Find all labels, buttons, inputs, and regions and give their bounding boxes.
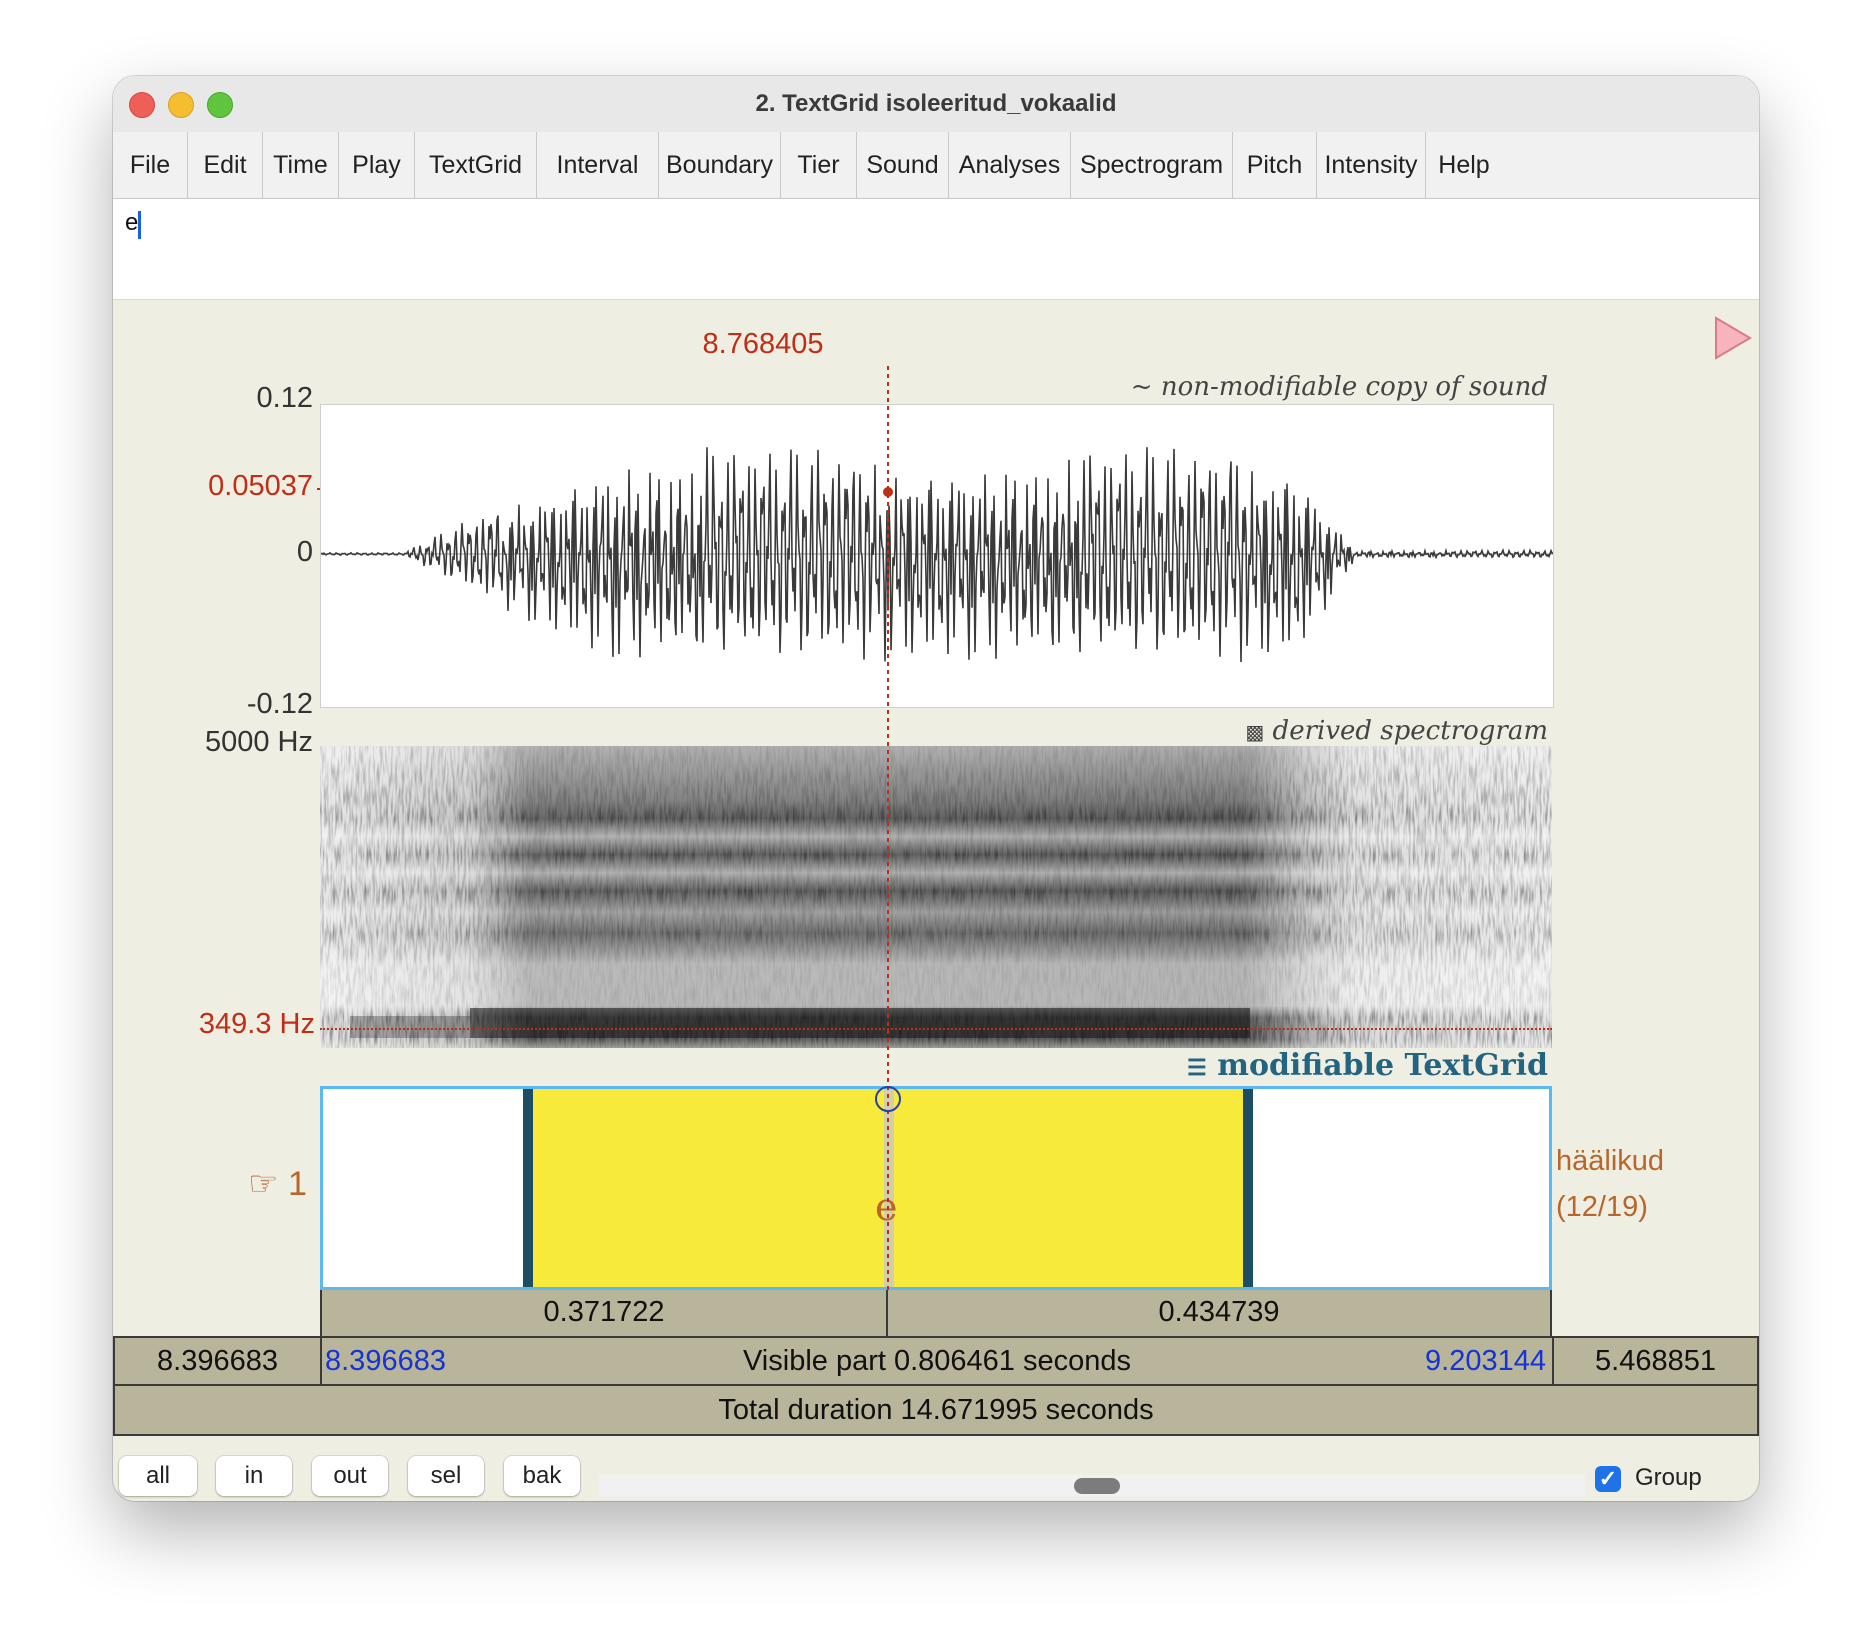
zoom-out-button[interactable]: out	[312, 1456, 388, 1496]
scrollbar-thumb[interactable]	[1074, 1478, 1120, 1494]
cursor-point-dot	[883, 487, 893, 497]
visible-end-time: 9.203144	[1425, 1345, 1546, 1377]
window-start-bar[interactable]: 8.396683	[113, 1336, 322, 1386]
boundary-insert-circle-icon	[875, 1086, 901, 1112]
zoom-back-button[interactable]: bak	[504, 1456, 580, 1496]
cursor-overlay	[875, 366, 901, 1291]
total-duration-bar[interactable]: Total duration 14.671995 seconds	[113, 1384, 1759, 1436]
duration-right[interactable]: 0.434739	[886, 1290, 1552, 1338]
group-label: Group	[1635, 1464, 1702, 1491]
zoom-in-button[interactable]: in	[216, 1456, 292, 1496]
visible-part-label: Visible part 0.806461 seconds	[742, 1345, 1132, 1377]
zoom-sel-button[interactable]: sel	[408, 1456, 484, 1496]
remaining-time-bar[interactable]: 5.468851	[1552, 1336, 1759, 1386]
textgrid-editor-window: 2. TextGrid isoleeritud_vokaalid File Ed…	[113, 76, 1759, 1501]
group-checkbox[interactable]: ✓	[1595, 1466, 1621, 1492]
visible-start-time: 8.396683	[325, 1345, 446, 1377]
horizontal-scrollbar[interactable]	[599, 1475, 1585, 1497]
zoom-all-button[interactable]: all	[119, 1456, 197, 1496]
duration-left[interactable]: 0.371722	[320, 1290, 888, 1338]
visible-part-bar[interactable]: 8.396683 Visible part 0.806461 seconds 9…	[320, 1336, 1554, 1386]
